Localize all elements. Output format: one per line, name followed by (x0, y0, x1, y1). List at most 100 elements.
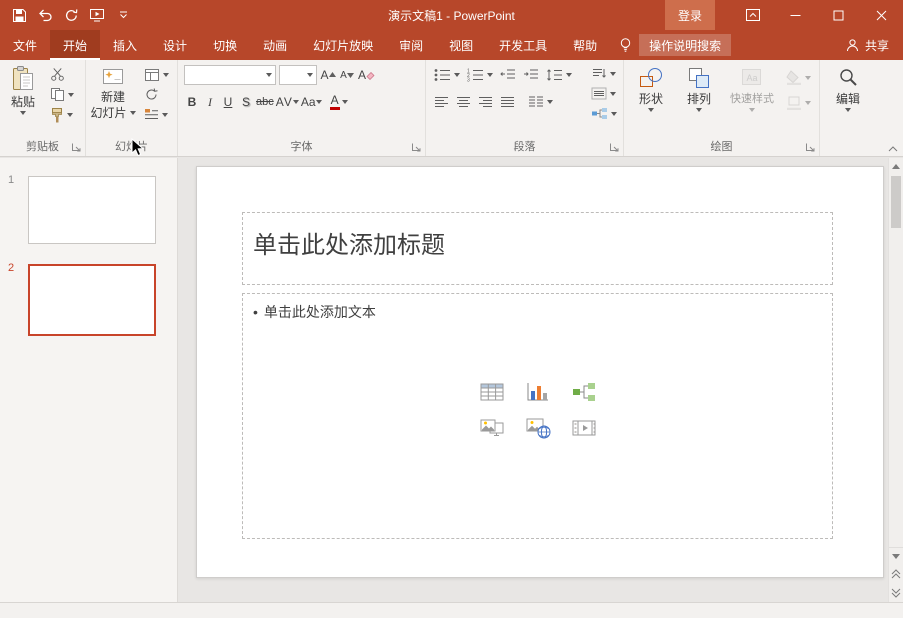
start-slideshow-button[interactable] (86, 3, 108, 27)
cut-button[interactable] (48, 65, 76, 84)
scrollbar-thumb[interactable] (891, 176, 901, 228)
editing-button[interactable]: 编辑 (825, 62, 871, 112)
tab-review[interactable]: 审阅 (386, 30, 436, 60)
shape-outline-button[interactable] (784, 93, 813, 112)
close-button[interactable] (860, 0, 903, 30)
insert-picture-button[interactable] (477, 416, 507, 440)
tab-insert[interactable]: 插入 (100, 30, 150, 60)
columns-button[interactable] (526, 92, 555, 111)
font-color-button[interactable]: A (330, 92, 348, 112)
slide-layout-button[interactable] (142, 65, 171, 84)
increase-indent-button[interactable] (521, 65, 541, 84)
online-pictures-button[interactable] (523, 416, 553, 440)
align-right-button[interactable] (476, 92, 495, 111)
slide-2-thumbnail[interactable] (28, 264, 156, 336)
tell-me-search-input[interactable]: 操作说明搜索 (639, 34, 731, 56)
previous-slide-button[interactable] (889, 564, 903, 583)
insert-table-button[interactable] (477, 380, 507, 404)
text-direction-button[interactable] (589, 64, 619, 83)
paragraph-dialog-launcher[interactable] (609, 142, 621, 154)
shrink-font-button[interactable]: A (339, 65, 355, 85)
quick-styles-button[interactable]: Aa 快速样式 (724, 62, 780, 112)
paste-icon (12, 66, 34, 93)
paste-label: 粘贴 (11, 95, 35, 109)
shapes-button[interactable]: 形状 (628, 62, 674, 112)
save-button[interactable] (8, 3, 30, 27)
numbering-button[interactable]: 123 (465, 65, 495, 84)
slide-canvas[interactable]: 单击此处添加标题 • 单击此处添加文本 (196, 166, 884, 578)
arrange-button[interactable]: 排列 (676, 62, 722, 112)
font-name-combobox[interactable] (184, 65, 276, 85)
shape-fill-icon (786, 70, 802, 85)
title-placeholder[interactable]: 单击此处添加标题 (242, 212, 833, 285)
section-button[interactable] (142, 105, 171, 124)
font-dialog-launcher[interactable] (411, 142, 423, 154)
italic-button[interactable]: I (202, 92, 218, 112)
line-spacing-button[interactable] (544, 65, 574, 84)
underline-button[interactable]: U (220, 92, 236, 112)
convert-to-smartart-button[interactable] (589, 104, 619, 123)
clear-formatting-button[interactable]: A (358, 65, 375, 85)
chevron-down-icon (162, 113, 168, 117)
tab-file[interactable]: 文件 (0, 30, 50, 60)
tab-developer[interactable]: 开发工具 (486, 30, 560, 60)
collapse-ribbon-button[interactable] (888, 146, 898, 152)
insert-chart-button[interactable] (523, 380, 553, 404)
redo-button[interactable] (60, 3, 82, 27)
outdent-icon (500, 68, 516, 81)
line-spacing-icon (546, 68, 563, 82)
undo-button[interactable] (34, 3, 56, 27)
tab-slideshow[interactable]: 幻灯片放映 (300, 30, 386, 60)
vertical-scrollbar[interactable] (888, 158, 903, 602)
ribbon-display-options-button[interactable] (731, 0, 774, 30)
tab-transitions[interactable]: 切换 (200, 30, 250, 60)
chevron-down-icon (610, 92, 616, 96)
bold-button[interactable]: B (184, 92, 200, 112)
chevron-down-icon (696, 108, 702, 112)
undo-icon (37, 8, 53, 22)
clipboard-dialog-launcher[interactable] (71, 142, 83, 154)
reset-slide-button[interactable] (142, 85, 171, 104)
font-color-label: A (330, 94, 340, 110)
grow-font-button[interactable]: A (320, 65, 336, 85)
decrease-indent-button[interactable] (498, 65, 518, 84)
content-placeholder[interactable]: • 单击此处添加文本 (242, 293, 833, 539)
align-left-button[interactable] (432, 92, 451, 111)
redo-icon (64, 8, 79, 23)
text-shadow-button[interactable]: S (238, 92, 254, 112)
justify-button[interactable] (498, 92, 517, 111)
shape-fill-button[interactable] (784, 68, 813, 87)
change-case-button[interactable]: Aa (301, 92, 322, 112)
align-text-button[interactable] (589, 84, 619, 103)
tab-help[interactable]: 帮助 (560, 30, 610, 60)
paste-button[interactable]: 粘贴 (3, 62, 43, 115)
format-painter-button[interactable] (48, 105, 76, 124)
minimize-button[interactable] (774, 0, 817, 30)
font-size-combobox[interactable] (279, 65, 317, 85)
customize-qat-button[interactable] (112, 3, 134, 27)
tab-home[interactable]: 开始 (50, 30, 100, 60)
share-button[interactable]: 共享 (845, 30, 903, 60)
insert-video-button[interactable] (569, 416, 599, 440)
insert-smartart-button[interactable] (569, 380, 599, 404)
slides-group-label: 幻灯片 (86, 138, 177, 154)
strikethrough-button[interactable]: abc (256, 92, 274, 112)
character-spacing-label: AV (276, 95, 293, 109)
bullets-button[interactable] (432, 65, 462, 84)
new-slide-button[interactable]: 新建 幻灯片 (88, 62, 138, 120)
copy-button[interactable] (48, 85, 76, 104)
tab-view[interactable]: 视图 (436, 30, 486, 60)
slide-1-thumbnail[interactable] (28, 176, 156, 244)
ribbon-display-options-icon (745, 8, 761, 22)
sign-in-button[interactable]: 登录 (665, 0, 715, 30)
drawing-dialog-launcher[interactable] (805, 142, 817, 154)
align-center-button[interactable] (454, 92, 473, 111)
tab-animations[interactable]: 动画 (250, 30, 300, 60)
maximize-button[interactable] (817, 0, 860, 30)
qat-customize-icon (119, 11, 128, 19)
tab-design[interactable]: 设计 (150, 30, 200, 60)
next-slide-button[interactable] (889, 583, 903, 602)
scroll-up-button[interactable] (889, 158, 903, 174)
character-spacing-button[interactable]: AV (276, 92, 299, 112)
scroll-down-button[interactable] (889, 548, 903, 564)
